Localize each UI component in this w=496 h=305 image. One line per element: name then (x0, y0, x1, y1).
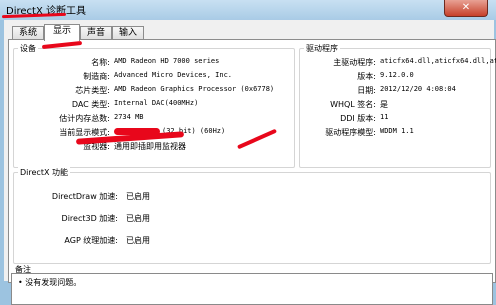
device-row-manufacturer: 制造商: Advanced Micro Devices, Inc. (14, 71, 292, 82)
direct3d-row: Direct3D 加速: 已启用 (14, 213, 314, 224)
notes-item-text: 没有发现问题。 (25, 278, 82, 287)
manufacturer-label: 制造商: (83, 72, 110, 81)
tab-input[interactable]: 输入 (112, 26, 144, 40)
dac-type-label: DAC 类型: (71, 100, 110, 109)
driver-row-ddi: DDI 版本: 11 (300, 113, 490, 124)
agp-row: AGP 纹理加速: 已启用 (14, 235, 314, 246)
version-value: 9.12.0.0 (380, 71, 414, 79)
dac-type-value: Internal DAC(400MHz) (114, 99, 199, 107)
driver-model-label: 驱动程序模型: (325, 128, 376, 137)
tab-display[interactable]: 显示 (44, 24, 80, 41)
memory-value: 2734 MB (114, 113, 144, 121)
device-row-dac-type: DAC 类型: Internal DAC(400MHz) (14, 99, 292, 110)
date-label: 日期: (357, 86, 376, 95)
directdraw-row: DirectDraw 加速: 已启用 (14, 191, 314, 202)
window-client: 系统 显示 声音 输入 设备 名称: AMD Radeon HD 7000 se… (4, 20, 496, 305)
memory-label: 估计内存总数: (59, 114, 110, 123)
ddi-label: DDI 版本: (340, 114, 376, 123)
directx-features-title: DirectX 功能 (18, 167, 70, 178)
driver-row-whql: WHQL 签名: 是 (300, 99, 490, 110)
tab-system[interactable]: 系统 (12, 26, 44, 40)
direct3d-label: Direct3D 加速: (61, 214, 118, 223)
notes-box[interactable]: • 没有发现问题。 (11, 273, 493, 305)
driver-row-date: 日期: 2012/12/20 4:08:04 (300, 85, 490, 96)
device-row-name: 名称: AMD Radeon HD 7000 series (14, 57, 292, 68)
device-group-title: 设备 (18, 43, 38, 54)
device-name-value: AMD Radeon HD 7000 series (114, 57, 220, 65)
device-group: 设备 名称: AMD Radeon HD 7000 series 制造商: Ad… (13, 43, 295, 168)
close-button[interactable]: ✕ (444, 0, 488, 17)
chip-type-label: 芯片类型: (75, 86, 110, 95)
driver-row-model: 驱动程序模型: WDDM 1.1 (300, 127, 490, 138)
agp-label: AGP 纹理加速: (64, 236, 118, 245)
directx-features-group: DirectX 功能 DirectDraw 加速: 已启用 Direct3D 加… (13, 167, 491, 264)
display-tab-panel: 设备 名称: AMD Radeon HD 7000 series 制造商: Ad… (8, 39, 496, 305)
bullet: • (18, 278, 23, 287)
agp-value: 已启用 (126, 236, 150, 245)
ddi-value: 11 (380, 113, 389, 121)
driver-model-value: WDDM 1.1 (380, 127, 414, 135)
annotation-scribble-resolution (114, 128, 160, 135)
notes-item: • 没有发现问题。 (18, 277, 81, 288)
directdraw-label: DirectDraw 加速: (51, 192, 118, 201)
whql-label: WHQL 签名: (330, 100, 376, 109)
main-driver-value: aticfx64.dll,aticfx64.dll,atic (380, 57, 496, 65)
chip-type-value: AMD Radeon Graphics Processor (0x6778) (114, 85, 275, 93)
title-bar: DirectX 诊断工具 ✕ (0, 0, 496, 20)
tab-sound[interactable]: 声音 (80, 26, 112, 40)
driver-group: 驱动程序 主驱动程序: aticfx64.dll,aticfx64.dll,at… (299, 43, 496, 168)
device-row-chip-type: 芯片类型: AMD Radeon Graphics Processor (0x6… (14, 85, 292, 96)
driver-group-title: 驱动程序 (304, 43, 340, 54)
driver-row-version: 版本: 9.12.0.0 (300, 71, 490, 82)
driver-row-main: 主驱动程序: aticfx64.dll,aticfx64.dll,atic (300, 57, 496, 68)
device-row-memory: 估计内存总数: 2734 MB (14, 113, 292, 124)
direct3d-value: 已启用 (126, 214, 150, 223)
manufacturer-value: Advanced Micro Devices, Inc. (114, 71, 233, 79)
whql-value: 是 (380, 100, 388, 109)
date-value: 2012/12/20 4:08:04 (380, 85, 456, 93)
main-driver-label: 主驱动程序: (333, 58, 376, 67)
device-name-label: 名称: (91, 58, 110, 67)
monitor-value: 通用即插即用监视器 (114, 142, 186, 151)
directdraw-value: 已启用 (126, 192, 150, 201)
version-label: 版本: (357, 72, 376, 81)
